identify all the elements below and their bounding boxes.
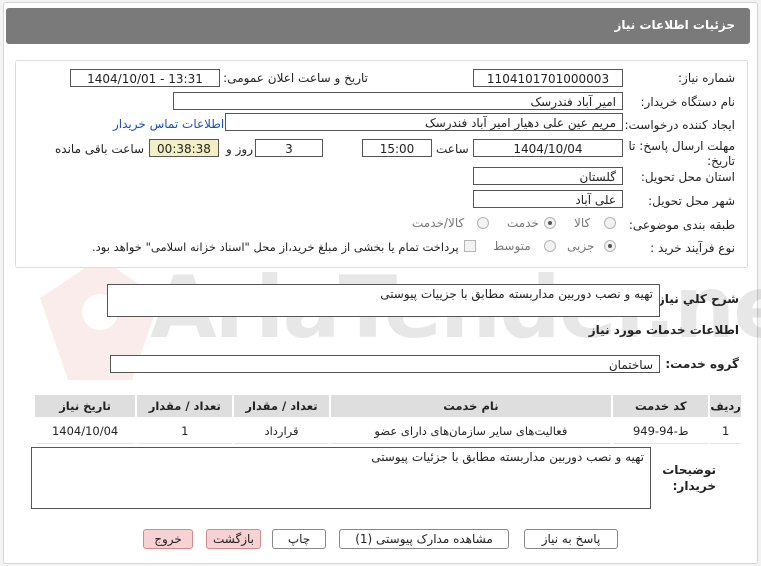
announce-date-field: 1404/10/01 - 13:31 [70, 69, 220, 87]
cell-service-name: فعالیت‌های سایر سازمان‌های دارای عضو [330, 419, 612, 444]
purchase-type-label: نوع فرآیند خرید : [650, 241, 735, 255]
column-header-need-date: تاریخ نیاز [35, 395, 136, 417]
category-label: طبقه بندی موضوعی: [628, 218, 735, 232]
cell-service-code: ط-94-949 [613, 419, 709, 444]
column-header-quantity: تعداد / مقدار [137, 395, 233, 417]
services-table: تاریخ نیاز تعداد / مقدار تعداد / مقدار ن… [33, 393, 743, 446]
province-field: گلستان [473, 167, 623, 185]
treasury-payment-note: پرداخت تمام یا بخشی از مبلغ خرید،از محل … [92, 240, 459, 254]
category-radio-service[interactable] [544, 217, 556, 229]
buyer-notes-label: توضیحات [662, 463, 716, 477]
cell-need-date: 1404/10/04 [35, 419, 136, 444]
requester-field: مریم عین علی دهیار امیر آباد فندرسک [225, 113, 623, 131]
column-header-service-name: نام خدمت [330, 395, 612, 417]
cell-row-number: 1 [710, 419, 741, 444]
remaining-time-word: ساعت باقی مانده [55, 142, 145, 156]
city-field: علی آباد [473, 190, 623, 208]
category-option-both: کالا/خدمت [412, 216, 465, 230]
buyer-contact-link[interactable]: اطلاعات تماس خریدار [113, 117, 224, 131]
purchase-option-minor: جزیی [567, 239, 595, 253]
buyer-notes-label-2: خریدار: [672, 479, 716, 493]
service-group-field: ساختمان [110, 355, 660, 373]
deadline-label-date: تاریخ: [707, 154, 735, 168]
treasury-payment-checkbox[interactable] [464, 240, 476, 252]
announce-date-label: تاریخ و ساعت اعلان عمومی: [223, 71, 368, 85]
deadline-label: مهلت ارسال پاسخ: تا [628, 139, 735, 153]
print-button[interactable]: چاپ [272, 529, 326, 549]
buyer-org-label: نام دستگاه خریدار: [640, 95, 736, 109]
summary-textarea[interactable]: تهیه و نصب دوربین مداربسته مطابق با جزیی… [107, 284, 660, 317]
remaining-time-field: 00:38:38 [149, 139, 219, 157]
back-button[interactable]: بازگشت [206, 529, 261, 549]
services-section-title: اطلاعات خدمات مورد نياز [588, 323, 739, 337]
column-header-row: ردیف [710, 395, 741, 417]
exit-button[interactable]: خروج [143, 529, 193, 549]
need-number-label: شماره نیاز: [678, 71, 735, 85]
category-radio-goods[interactable] [604, 217, 616, 229]
deadline-time-word: ساعت [436, 142, 469, 156]
purchase-option-medium: متوسط [493, 239, 531, 253]
reply-button[interactable]: پاسخ به نیاز [524, 529, 618, 549]
buyer-org-field: امیر آباد فندرسک [173, 92, 623, 110]
category-option-service: خدمت [507, 216, 539, 230]
view-attachments-button[interactable]: مشاهده مدارک پیوستی (1) [339, 529, 509, 549]
days-word: روز و [226, 142, 253, 156]
deadline-time-field: 15:00 [362, 139, 432, 157]
column-header-count: تعداد / مقدار [234, 395, 329, 417]
days-remaining-field: 3 [255, 139, 323, 157]
purchase-radio-minor[interactable] [604, 240, 616, 252]
cell-quantity: 1 [137, 419, 233, 444]
buyer-notes-textarea[interactable]: تهیه و نصب دوربین مداربسته مطابق با جزئی… [31, 447, 651, 509]
category-radio-both[interactable] [477, 217, 489, 229]
summary-label: شرح کلي نياز: [653, 292, 739, 306]
cell-unit: قرارداد [234, 419, 329, 444]
service-group-label: گروه خدمت: [665, 357, 739, 371]
purchase-radio-medium[interactable] [544, 240, 556, 252]
table-header-row: تاریخ نیاز تعداد / مقدار تعداد / مقدار ن… [35, 395, 741, 417]
city-label: شهر محل تحویل: [648, 194, 735, 208]
province-label: استان محل تحویل: [640, 170, 735, 184]
column-header-service-code: کد خدمت [613, 395, 709, 417]
requester-label: ایجاد کننده درخواست: [624, 118, 735, 132]
deadline-date-field: 1404/10/04 [473, 139, 623, 157]
page-title: جزئیات اطلاعات نیاز [614, 18, 735, 32]
need-number-field: 1104101701000003 [473, 69, 623, 87]
category-option-goods: کالا [574, 216, 591, 230]
table-row: 1404/10/04 1 قرارداد فعالیت‌های سایر ساز… [35, 419, 741, 444]
